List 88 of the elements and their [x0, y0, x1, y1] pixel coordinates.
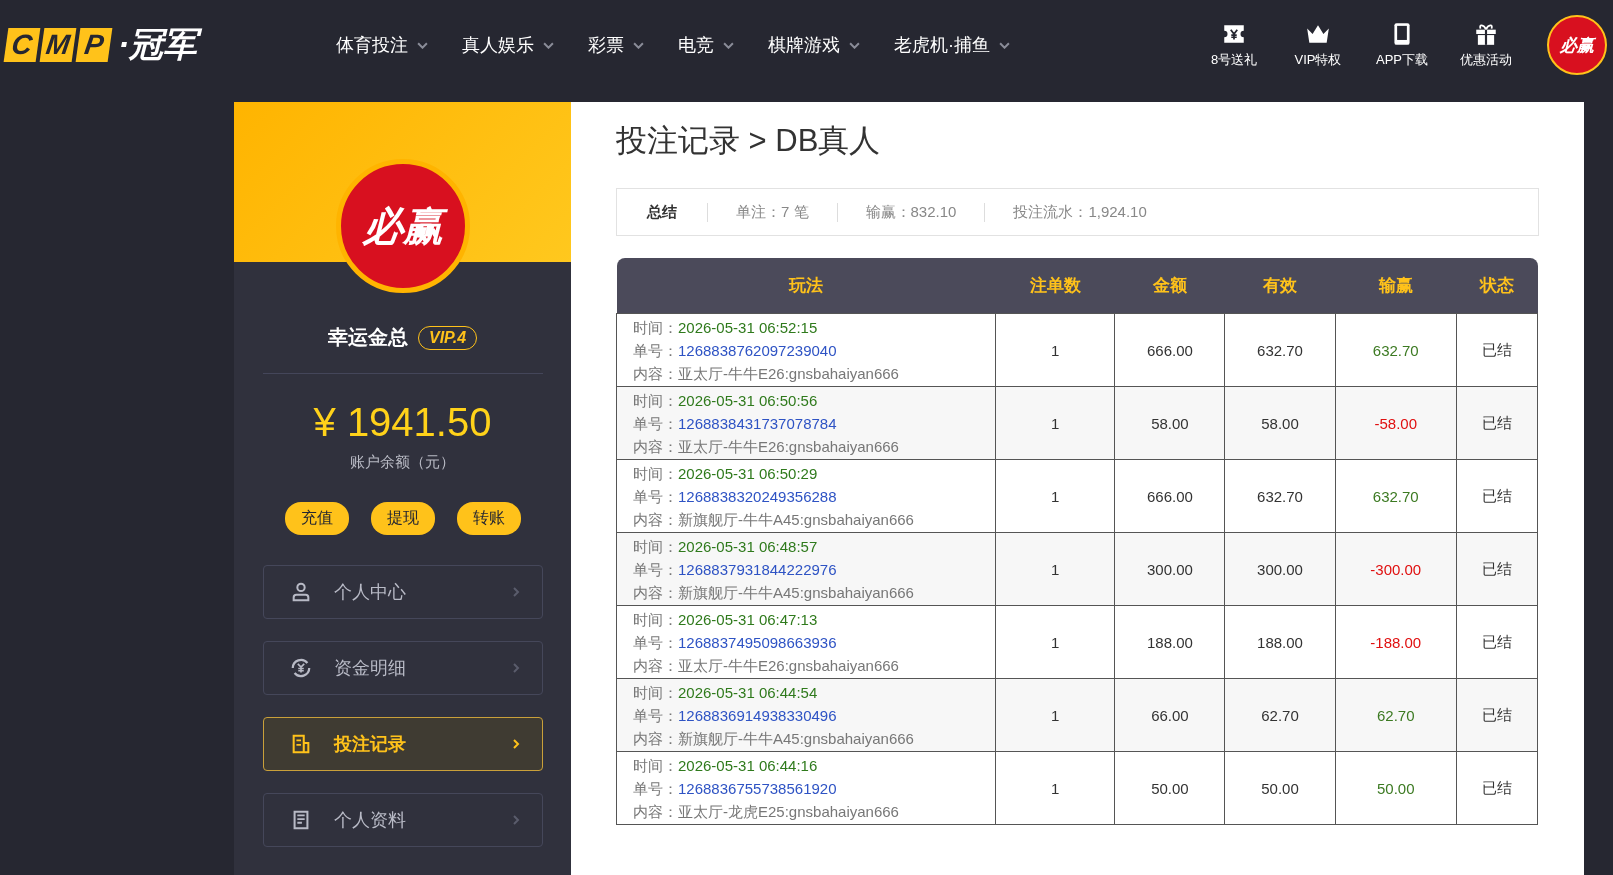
nav-menu-item[interactable]: 体育投注: [336, 33, 428, 57]
table-cell: 188.00: [1114, 605, 1225, 679]
table-cell: 已结: [1456, 459, 1538, 533]
table-cell: 已结: [1456, 751, 1538, 825]
nav-menu-item[interactable]: 老虎机·捕鱼: [894, 33, 1010, 57]
caret-icon: [633, 41, 644, 49]
table-cell: 1: [995, 313, 1115, 387]
table-cell: 时间：2026-05-31 06:44:16 单号：1268836755738561920 内容：亚太厅-龙虎E25:gnsbahaiyan666: [616, 751, 996, 825]
summary-stat: 投注流水：1,924.10: [1012, 202, 1148, 222]
table-cell: 时间：2026-05-31 06:50:56 单号：1268838431737078784 内容：亚太厅-牛牛E26:gnsbahaiyan666: [616, 386, 996, 460]
table-cell: 1: [995, 532, 1115, 606]
table-cell: 1: [995, 386, 1115, 460]
table-cell: 188.00: [1224, 605, 1336, 679]
table-cell: 时间：2026-05-31 06:47:13 单号：1268837495098663936 内容：亚太厅-牛牛E26:gnsbahaiyan666: [616, 605, 996, 679]
table-cell: 632.70: [1224, 313, 1336, 387]
table-cell: 66.00: [1114, 678, 1225, 752]
logo-letter: C: [3, 28, 41, 62]
quick-link[interactable]: APP下载: [1371, 21, 1433, 69]
table-cell: 1: [995, 459, 1115, 533]
sidebar-menu-item[interactable]: 个人资料: [262, 793, 543, 847]
action-button[interactable]: 转账: [456, 502, 521, 535]
page-title: 投注记录 > DB真人: [616, 122, 882, 160]
table-cell: 时间：2026-05-31 06:50:29 单号：1268838320249356288 内容：新旗舰厅-牛牛A45:gnsbahaiyan666: [616, 459, 996, 533]
result-amount: 632.70: [1372, 487, 1419, 505]
sidebar-menu-item[interactable]: 投注记录: [262, 717, 543, 771]
table-cell: 50.00: [1114, 751, 1225, 825]
caret-icon: [999, 41, 1010, 49]
sidebar-menu-item[interactable]: 个人中心: [262, 565, 543, 619]
user-name: 幸运金总: [327, 325, 408, 350]
caret-icon: [543, 41, 554, 49]
chevron-icon: [511, 738, 520, 750]
column-header: 状态: [1479, 276, 1514, 295]
table-cell: 时间：2026-05-31 06:48:57 单号：1268837931844222976 内容：新旗舰厅-牛牛A45:gnsbahaiyan666: [616, 532, 996, 606]
column-header: 注单数: [1029, 276, 1081, 295]
result-amount: -58.00: [1374, 414, 1417, 432]
quick-link[interactable]: 8号送礼: [1203, 21, 1265, 69]
table-cell: 300.00: [1224, 532, 1336, 606]
table-cell: 58.00: [1114, 386, 1225, 460]
summary-stat: 输赢：832.10: [837, 202, 986, 222]
table-cell: 已结: [1456, 386, 1538, 460]
result-amount: -300.00: [1370, 560, 1422, 578]
action-button[interactable]: 充值: [284, 502, 349, 535]
caret-icon: [417, 41, 428, 49]
table-cell: 时间：2026-05-31 06:52:15 单号：1268838762097239040 内容：亚太厅-牛牛E26:gnsbahaiyan666: [616, 313, 996, 387]
chevron-icon: [511, 586, 520, 598]
table-cell: 已结: [1456, 678, 1538, 752]
summary-title: 总结: [617, 202, 708, 222]
balance-label: 账户余额（元）: [350, 453, 455, 472]
result-amount: -188.00: [1370, 633, 1422, 651]
result-amount: 632.70: [1372, 341, 1419, 359]
column-header: 有效: [1263, 276, 1297, 295]
table-cell: 已结: [1456, 313, 1538, 387]
table-cell: 1: [995, 605, 1115, 679]
table-cell: 300.00: [1114, 532, 1225, 606]
nav-menu-item[interactable]: 电竞: [678, 33, 734, 57]
table-cell: 50.00: [1224, 751, 1336, 825]
logo-letter: M: [39, 28, 77, 62]
yuan-exchange-icon: [289, 657, 312, 679]
sidebar-menu-item[interactable]: 资金明细: [262, 641, 543, 695]
table-cell: 58.00: [1224, 386, 1336, 460]
caret-icon: [849, 41, 860, 49]
column-header: 金额: [1152, 276, 1187, 295]
result-amount: 50.00: [1376, 779, 1415, 797]
column-header: 玩法: [789, 276, 823, 295]
result-amount: 62.70: [1376, 706, 1415, 724]
table-cell: 1: [995, 678, 1115, 752]
avatar-logo[interactable]: 必赢: [1547, 15, 1607, 75]
nav-menu-item[interactable]: 棋牌游戏: [768, 33, 860, 57]
action-button[interactable]: 提现: [370, 502, 435, 535]
summary-stat: 单注：7 笔: [708, 202, 838, 222]
balance-amount: ¥ 1941.50: [313, 400, 492, 445]
table-cell: 62.70: [1224, 678, 1336, 752]
table-cell: 时间：2026-05-31 06:44:54 单号：1268836914938330496 内容：新旗舰厅-牛牛A45:gnsbahaiyan666: [616, 678, 996, 752]
table-cell: 666.00: [1114, 459, 1225, 533]
nav-menu-item[interactable]: 彩票: [588, 33, 644, 57]
column-header: 输赢: [1378, 276, 1413, 295]
table-cell: 666.00: [1114, 313, 1225, 387]
quick-link[interactable]: VIP特权: [1287, 21, 1349, 69]
table-cell: 已结: [1456, 605, 1538, 679]
table-cell: 已结: [1456, 532, 1538, 606]
logo-letter: P: [75, 28, 113, 62]
chevron-icon: [511, 662, 520, 674]
chevron-icon: [511, 814, 520, 826]
caret-icon: [723, 41, 734, 49]
nav-menu-item[interactable]: 真人娱乐: [462, 33, 554, 57]
table-cell: 632.70: [1224, 459, 1336, 533]
table-cell: 1: [995, 751, 1115, 825]
quick-link[interactable]: 优惠活动: [1455, 21, 1517, 69]
